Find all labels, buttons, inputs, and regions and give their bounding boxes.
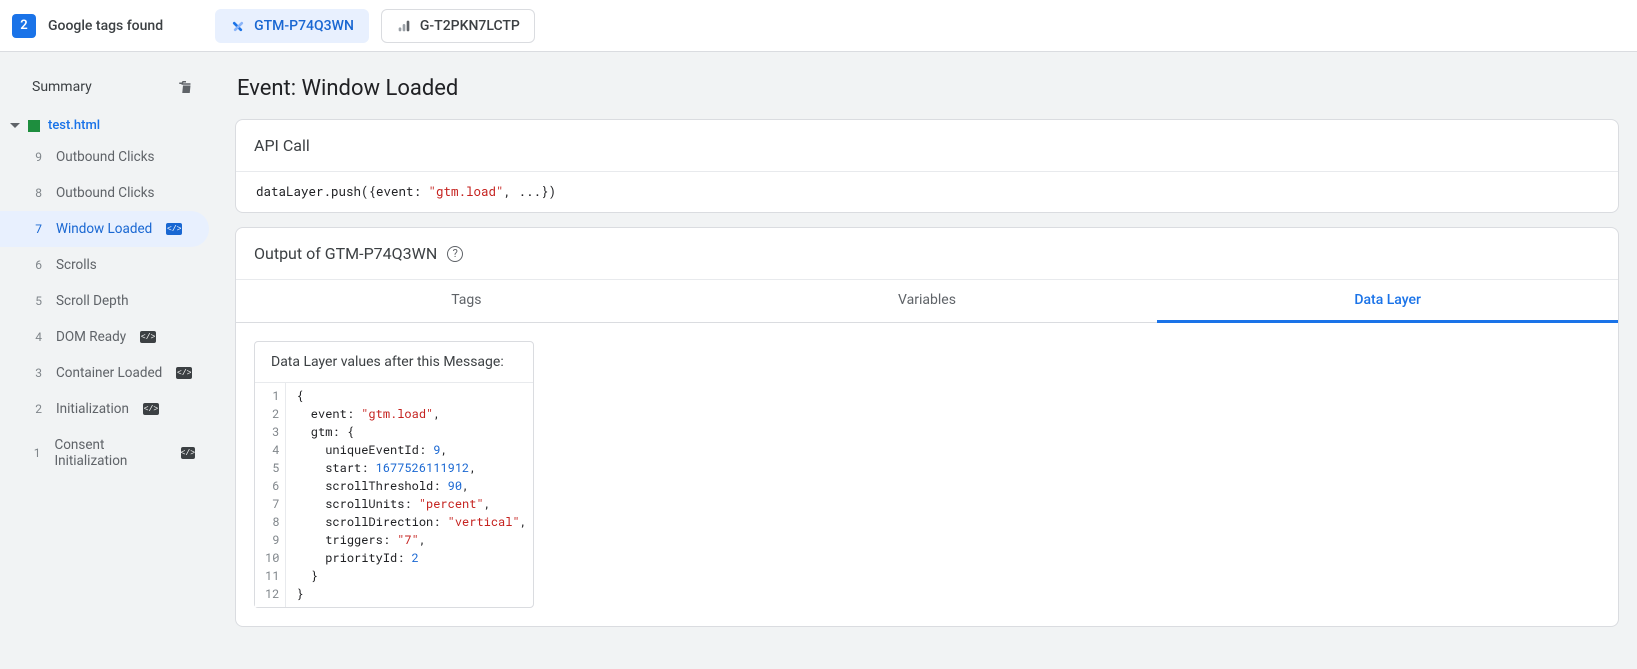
- event-item[interactable]: 4 DOM Ready: [0, 319, 209, 355]
- clear-icon[interactable]: [177, 78, 195, 96]
- tag-count-badge: 2: [12, 14, 36, 38]
- api-call-card: API Call dataLayer.push({event: "gtm.loa…: [235, 119, 1619, 213]
- event-item[interactable]: 9 Outbound Clicks: [0, 139, 209, 175]
- event-label: Initialization: [56, 401, 129, 417]
- code-chip-icon: [140, 331, 156, 343]
- tab-tags[interactable]: Tags: [236, 280, 697, 322]
- output-header-label: Output of GTM-P74Q3WN: [254, 244, 437, 263]
- event-item[interactable]: 1 Consent Initialization: [0, 427, 209, 479]
- caret-down-icon: [10, 123, 20, 128]
- data-layer-panel: Data Layer values after this Message: 1 …: [236, 323, 1618, 626]
- topbar-title: Google tags found: [48, 18, 163, 34]
- output-tabs: Tags Variables Data Layer: [236, 280, 1618, 323]
- event-label: DOM Ready: [56, 329, 126, 345]
- tab-variables[interactable]: Variables: [697, 280, 1158, 322]
- tag-pill-label: GTM-P74Q3WN: [254, 18, 354, 34]
- event-label: Outbound Clicks: [56, 185, 155, 201]
- event-item[interactable]: 7 Window Loaded: [0, 211, 209, 247]
- event-item[interactable]: 3 Container Loaded: [0, 355, 209, 391]
- code-gutter: 1 2 3 4 5 6 7 8 9 10 11 12: [255, 383, 286, 607]
- event-number: 6: [28, 258, 42, 272]
- event-item[interactable]: 5 Scroll Depth: [0, 283, 209, 319]
- data-layer-codebox: Data Layer values after this Message: 1 …: [254, 341, 534, 608]
- tag-pill-gtm[interactable]: GTM-P74Q3WN: [215, 9, 369, 43]
- event-label: Container Loaded: [56, 365, 162, 381]
- event-number: 8: [28, 186, 42, 200]
- gtm-icon: [230, 18, 246, 34]
- summary-button[interactable]: Summary: [0, 70, 215, 112]
- tab-data-layer[interactable]: Data Layer: [1157, 280, 1618, 323]
- help-icon[interactable]: ?: [447, 246, 463, 262]
- tag-pill-label: G-T2PKN7LCTP: [420, 18, 520, 34]
- code-chip-icon: [143, 403, 159, 415]
- tag-pill-ga[interactable]: G-T2PKN7LCTP: [381, 9, 535, 43]
- event-label: Scroll Depth: [56, 293, 129, 309]
- event-label: Consent Initialization: [54, 437, 166, 469]
- analytics-icon: [396, 18, 412, 34]
- code-body: { event: "gtm.load", gtm: { uniqueEventI…: [286, 383, 536, 607]
- data-layer-title: Data Layer values after this Message:: [255, 342, 533, 383]
- sidebar: Summary test.html 9 Outbound Clicks 8 Outbo…: [0, 52, 215, 669]
- topbar: 2 Google tags found GTM-P74Q3WN G-T2PKN7…: [0, 0, 1637, 52]
- event-item[interactable]: 8 Outbound Clicks: [0, 175, 209, 211]
- event-label: Window Loaded: [56, 221, 152, 237]
- code-chip-icon: [181, 447, 195, 459]
- event-number: 2: [28, 402, 42, 416]
- api-call-code: dataLayer.push({event: "gtm.load", ...}): [236, 172, 1618, 212]
- file-label: test.html: [48, 118, 100, 133]
- summary-label: Summary: [32, 79, 92, 95]
- event-number: 5: [28, 294, 42, 308]
- event-number: 7: [28, 222, 42, 236]
- event-number: 1: [28, 446, 40, 460]
- event-item[interactable]: 2 Initialization: [0, 391, 209, 427]
- event-number: 3: [28, 366, 42, 380]
- event-item[interactable]: 6 Scrolls: [0, 247, 209, 283]
- event-number: 4: [28, 330, 42, 344]
- page-title: Event: Window Loaded: [237, 76, 1619, 101]
- api-call-header: API Call: [236, 120, 1618, 172]
- event-number: 9: [28, 150, 42, 164]
- file-row[interactable]: test.html: [0, 112, 215, 139]
- code-chip-icon: [176, 367, 192, 379]
- event-label: Scrolls: [56, 257, 97, 273]
- output-header: Output of GTM-P74Q3WN ?: [236, 228, 1618, 280]
- event-list: 9 Outbound Clicks 8 Outbound Clicks 7 Window …: [0, 139, 215, 479]
- output-card: Output of GTM-P74Q3WN ? Tags Variables D…: [235, 227, 1619, 627]
- page-status-icon: [28, 120, 40, 132]
- code-chip-icon: [166, 223, 182, 235]
- event-label: Outbound Clicks: [56, 149, 155, 165]
- main-pane: Event: Window Loaded API Call dataLayer.…: [215, 52, 1637, 669]
